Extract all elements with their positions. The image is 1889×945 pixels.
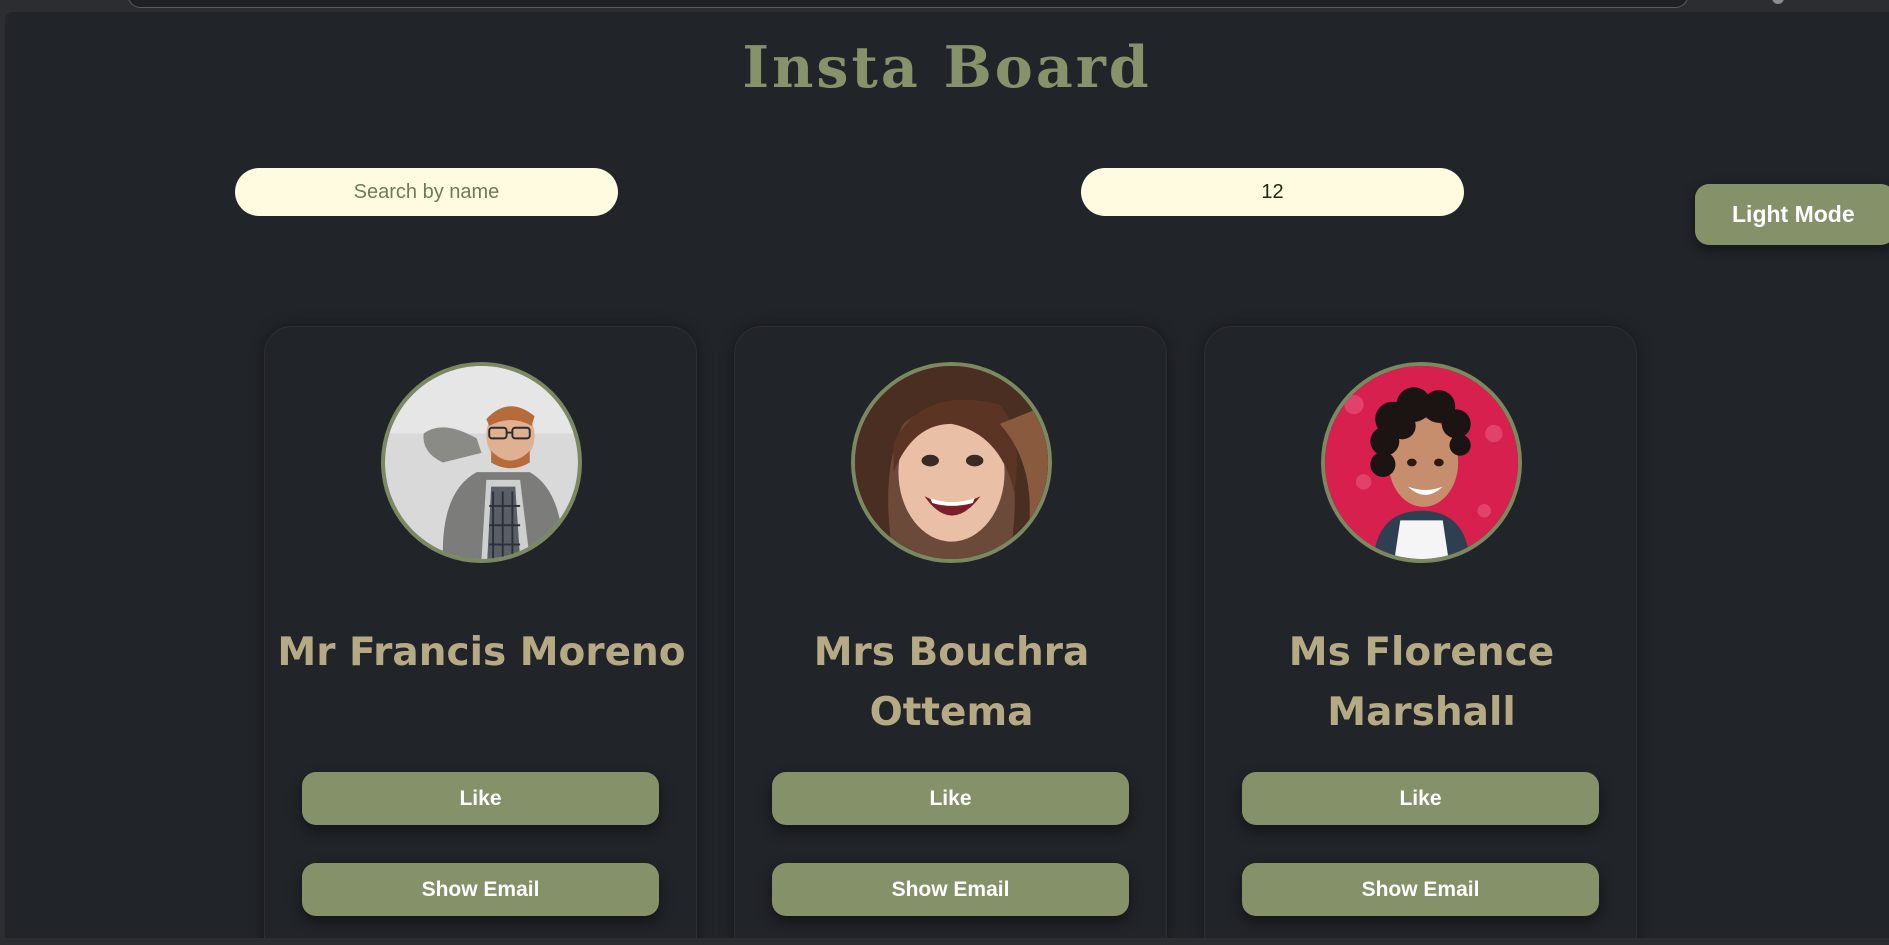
browser-chrome [0, 0, 1889, 12]
like-button[interactable]: Like [1242, 772, 1599, 825]
page-title: Insta Board [742, 34, 1152, 101]
light-mode-button[interactable]: Light Mode [1695, 184, 1889, 245]
profile-icon[interactable] [1772, 0, 1784, 4]
page-viewport: Insta Board Light Mode [5, 12, 1889, 938]
like-button[interactable]: Like [302, 772, 659, 825]
address-bar[interactable] [127, 0, 1689, 8]
search-input[interactable] [235, 168, 618, 216]
window-bottom-edge [0, 938, 1889, 945]
profile-card: Ms Florence Marshall Like Show Email [1204, 326, 1637, 938]
avatar [1321, 362, 1522, 563]
person-photo-man-glasses-icon [385, 366, 578, 559]
person-name: Ms Florence Marshall [1288, 630, 1555, 735]
person-photo-woman-curly-hair-icon [1325, 366, 1518, 559]
avatar [381, 362, 582, 563]
like-button[interactable]: Like [772, 772, 1129, 825]
show-email-button[interactable]: Show Email [1242, 863, 1599, 916]
profile-card: Mrs Bouchra Ottema Like Show Email [734, 326, 1167, 938]
show-email-button[interactable]: Show Email [302, 863, 659, 916]
person-photo-woman-smiling-icon [855, 366, 1048, 559]
profile-card: Mr Francis Moreno Like Show Email [264, 326, 697, 938]
avatar [851, 362, 1052, 563]
show-email-button[interactable]: Show Email [772, 863, 1129, 916]
count-input[interactable] [1081, 168, 1464, 216]
person-name: Mr Francis Moreno [277, 630, 686, 675]
person-name: Mrs Bouchra Ottema [813, 630, 1090, 735]
